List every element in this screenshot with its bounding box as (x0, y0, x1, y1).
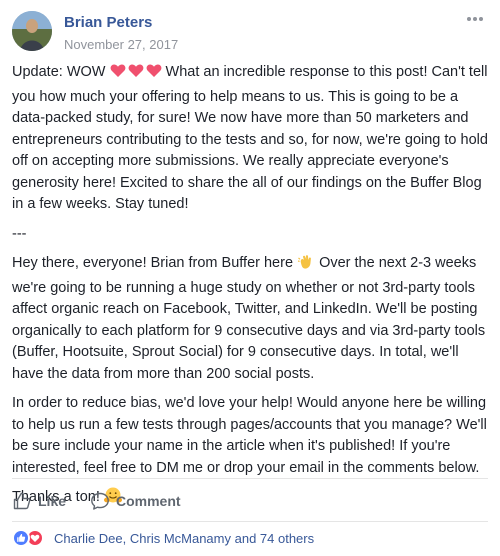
like-label: Like (38, 493, 67, 509)
intro-paragraph: Hey there, everyone! Brian from Buffer h… (12, 253, 490, 385)
actions-top-divider (12, 478, 488, 479)
help-paragraph: In order to reduce bias, we'd love your … (12, 395, 487, 476)
author-name[interactable]: Brian Peters (64, 14, 152, 31)
heart-icon (110, 63, 162, 87)
post-timestamp[interactable]: November 27, 2017 (64, 37, 178, 52)
like-button[interactable]: Like (12, 486, 66, 516)
comment-button[interactable]: Comment (90, 486, 181, 516)
post-header: Brian Peters November 27, 2017 (12, 10, 488, 58)
waving-hand-icon (297, 254, 315, 278)
ellipsis-icon[interactable] (464, 12, 486, 26)
comment-label: Comment (116, 493, 181, 509)
comment-bubble-icon (91, 492, 109, 510)
reaction-summary[interactable]: Charlie Dee, Chris McManamy and 74 other… (12, 527, 314, 549)
post-body: Update: WOW What an incredible response … (12, 62, 490, 520)
facebook-post: Brian Peters November 27, 2017 Update: W… (0, 0, 500, 556)
reaction-icons (12, 529, 48, 547)
reactors-text[interactable]: Charlie Dee, Chris McManamy and 74 other… (54, 531, 314, 546)
update-text: What an incredible response to this post… (12, 64, 488, 212)
post-actions: Like Comment (12, 486, 488, 516)
actions-bottom-divider (12, 521, 488, 522)
intro-prefix: Hey there, everyone! Brian from Buffer h… (12, 255, 294, 271)
thumbs-up-icon (13, 492, 31, 510)
avatar-photo (12, 11, 52, 51)
avatar[interactable] (12, 11, 52, 51)
like-reaction-icon (12, 529, 30, 547)
intro-text: Over the next 2-3 weeks we're going to b… (12, 255, 486, 382)
update-prefix: Update: WOW (12, 64, 106, 80)
update-paragraph: Update: WOW What an incredible response … (12, 62, 490, 216)
separator-text: --- (12, 225, 27, 242)
